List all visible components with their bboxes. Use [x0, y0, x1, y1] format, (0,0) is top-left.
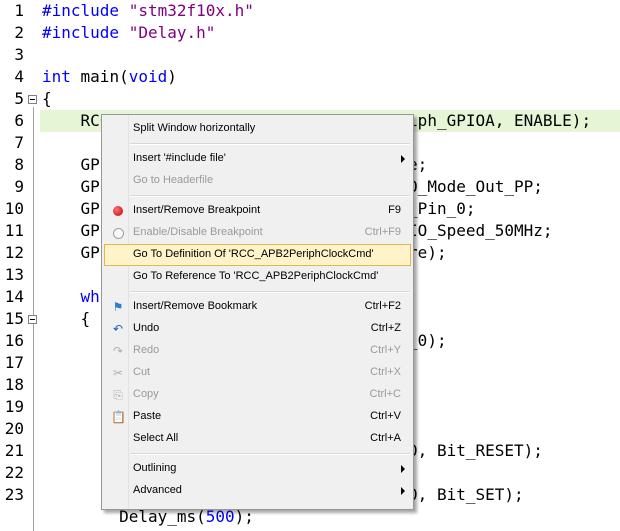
menu-item-outlining[interactable]: Outlining [104, 458, 411, 480]
menu-item-label: Go To Reference To 'RCC_APB2PeriphClockC… [133, 270, 379, 282]
menu-item-insert-remove-breakpoint[interactable]: Insert/Remove Breakpoint F9 [104, 200, 411, 222]
menu-item-label: Redo [133, 344, 160, 356]
menu-item-label: Go To Definition Of 'RCC_APB2PeriphClock… [133, 248, 374, 260]
menu-item-label: Go to Headerfile [133, 174, 214, 186]
copy-icon: ⎘ [113, 388, 123, 402]
line-number: 5 [14, 89, 24, 108]
line-number: 4 [14, 67, 24, 86]
menu-item-go-to-reference-to-rcc-apb2periphclockcmd[interactable]: Go To Reference To 'RCC_APB2PeriphClockC… [104, 266, 411, 288]
bookmark-icon: ⚑ [112, 300, 124, 314]
line-number: 12 [4, 243, 24, 262]
menu-item-label: Insert/Remove Bookmark [133, 300, 258, 312]
undo-icon: ↶ [112, 322, 124, 336]
line-number: 7 [14, 133, 24, 152]
line-number: 21 [4, 441, 24, 460]
line-number: 3 [14, 45, 24, 64]
menu-item-label: Copy [133, 388, 159, 400]
menu-item-shortcut: Ctrl+F9 [364, 226, 401, 238]
menu-item-split-window-horizontally[interactable]: Split Window horizontally [104, 118, 411, 140]
submenu-arrow-icon [401, 155, 405, 163]
line-number: 13 [4, 265, 24, 284]
menu-item-insert-include-file[interactable]: Insert '#include file' [104, 148, 411, 170]
menu-item-advanced[interactable]: Advanced [104, 480, 411, 502]
menu-item-label: Insert/Remove Breakpoint [133, 204, 261, 216]
code-token: main( [70, 67, 129, 86]
menu-item-enable-disable-breakpoint[interactable]: Enable/Disable Breakpoint Ctrl+F9 [104, 222, 411, 244]
menu-separator [130, 453, 410, 455]
line-number: 18 [4, 375, 24, 394]
menu-item-cut[interactable]: ✂ Cut Ctrl+X [104, 362, 411, 384]
code-line[interactable]: { [42, 308, 91, 330]
code-token: "Delay.h" [128, 23, 216, 42]
menu-item-paste[interactable]: 📋 Paste Ctrl+V [104, 406, 411, 428]
code-line[interactable]: #include "stm32f10x.h" [42, 0, 254, 22]
code-token: #include [42, 23, 129, 42]
code-line[interactable]: #include "Delay.h" [42, 22, 215, 44]
menu-item-insert-remove-bookmark[interactable]: ⚑ Insert/Remove Bookmark Ctrl+F2 [104, 296, 411, 318]
fold-toggle-main[interactable] [28, 95, 37, 104]
line-number: 11 [4, 221, 24, 240]
line-number-gutter: 1 2 3 4 5 6 7 8 9 10 11 12 13 14 15 16 17 18 19 20 21 22 23 [0, 0, 28, 531]
menu-separator [130, 143, 410, 145]
code-token: #include [42, 1, 129, 20]
line-number: 16 [4, 331, 24, 350]
fold-toggle-while[interactable] [28, 315, 37, 324]
menu-separator [130, 291, 410, 293]
line-number: 17 [4, 353, 24, 372]
code-token: int [42, 67, 71, 86]
menu-item-go-to-headerfile[interactable]: Go to Headerfile [104, 170, 411, 192]
menu-item-shortcut: Ctrl+V [370, 410, 401, 422]
line-number: 14 [4, 287, 24, 306]
submenu-arrow-icon [401, 465, 405, 473]
context-menu: Split Window horizontally Insert '#includ… [101, 114, 414, 510]
menu-item-label: Outlining [133, 462, 177, 474]
submenu-arrow-icon [401, 487, 405, 495]
line-number: 9 [14, 177, 24, 196]
menu-item-label: Split Window horizontally [133, 122, 256, 134]
cut-icon: ✂ [112, 366, 124, 380]
code-token: void [128, 67, 168, 86]
menu-item-label: Enable/Disable Breakpoint [133, 226, 263, 238]
menu-item-shortcut: Ctrl+Y [370, 344, 401, 356]
line-number: 19 [4, 397, 24, 416]
breakpoint-disabled-icon [113, 228, 124, 239]
code-line[interactable]: { [42, 88, 52, 110]
menu-item-label: Select All [133, 432, 179, 444]
paste-icon: 📋 [111, 410, 126, 424]
line-number: 1 [14, 1, 24, 20]
code-token: { [42, 309, 91, 328]
menu-item-shortcut: F9 [388, 204, 401, 216]
line-number: 15 [4, 309, 24, 328]
menu-item-shortcut: Ctrl+Z [370, 322, 401, 334]
menu-item-label: Undo [133, 322, 160, 334]
menu-item-undo[interactable]: ↶ Undo Ctrl+Z [104, 318, 411, 340]
menu-item-shortcut: Ctrl+X [370, 366, 401, 378]
menu-item-select-all[interactable]: Select All Ctrl+A [104, 428, 411, 450]
line-number: 2 [14, 23, 24, 42]
line-number: 22 [4, 463, 24, 482]
menu-item-shortcut: Ctrl+A [370, 432, 401, 444]
code-token: ) [167, 67, 177, 86]
menu-item-shortcut: Ctrl+C [369, 388, 401, 400]
code-token: "stm32f10x.h" [128, 1, 254, 20]
line-number: 6 [14, 111, 24, 130]
code-token: { [42, 89, 52, 108]
line-number: 23 [4, 485, 24, 504]
menu-item-label: Paste [133, 410, 162, 422]
menu-item-copy[interactable]: ⎘ Copy Ctrl+C [104, 384, 411, 406]
menu-item-label: Advanced [133, 484, 182, 496]
menu-item-redo[interactable]: ↷ Redo Ctrl+Y [104, 340, 411, 362]
menu-item-go-to-definition-of-rcc-apb2periphclockcmd[interactable]: Go To Definition Of 'RCC_APB2PeriphClock… [104, 244, 411, 266]
line-number: 20 [4, 419, 24, 438]
line-number: 8 [14, 155, 24, 174]
menu-separator [130, 195, 410, 197]
menu-item-shortcut: Ctrl+F2 [364, 300, 401, 312]
menu-item-label: Cut [133, 366, 151, 378]
line-number: 10 [4, 199, 24, 218]
code-line[interactable]: int main(void) [42, 66, 177, 88]
breakpoint-icon [113, 206, 123, 216]
menu-item-label: Insert '#include file' [133, 152, 226, 164]
redo-icon: ↷ [112, 344, 124, 358]
